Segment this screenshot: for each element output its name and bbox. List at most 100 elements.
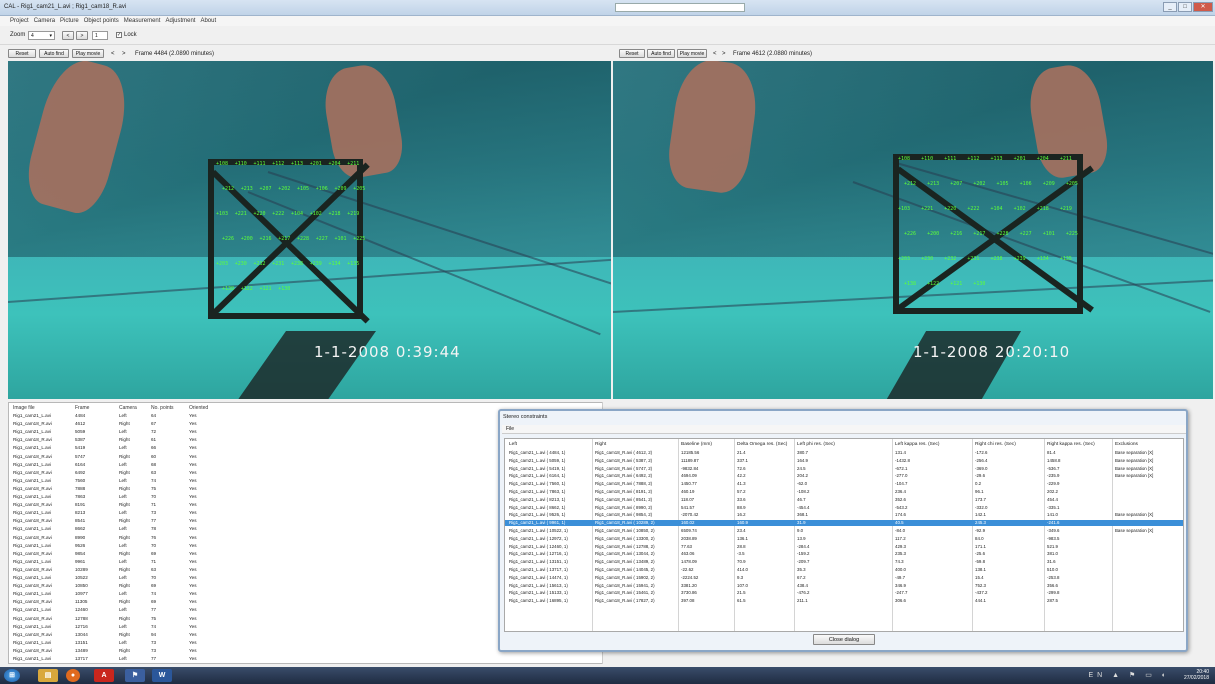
- target-point-label[interactable]: +207: [260, 186, 272, 192]
- target-point-label[interactable]: +217: [973, 231, 985, 237]
- target-point-label[interactable]: +103: [898, 206, 910, 212]
- target-point-label[interactable]: +219: [1060, 206, 1072, 212]
- table-row[interactable]: Rig1_cam21_L.avi ( 5059, 1) Rig1_cam18_R.…: [505, 458, 1183, 464]
- table-row[interactable]: Rig1_cam21_L.avi ( 10522, 1) Rig1_cam18_R…: [505, 528, 1183, 534]
- start-orb-icon[interactable]: ⊞: [4, 669, 20, 682]
- close-dialog-button[interactable]: Close dialog: [813, 634, 875, 645]
- target-point-label[interactable]: +111: [944, 156, 956, 162]
- clock[interactable]: 20:40 27/02/2018: [1184, 669, 1209, 681]
- column-header[interactable]: Left kappa res. (Sec): [895, 442, 940, 447]
- target-point-label[interactable]: +203: [216, 261, 228, 267]
- target-point-label[interactable]: +104: [991, 206, 1003, 212]
- target-point-label[interactable]: +228: [997, 231, 1009, 237]
- menu-camera[interactable]: Camera: [34, 16, 55, 26]
- column-header[interactable]: Delta Omega res. (Sec): [737, 442, 787, 447]
- target-point-label[interactable]: +134: [1037, 256, 1049, 262]
- target-point-label[interactable]: +216: [260, 236, 272, 242]
- acrobat-icon[interactable]: A: [94, 669, 114, 682]
- target-point-label[interactable]: +205: [1066, 181, 1078, 187]
- table-row[interactable]: Rig1_cam21_L.avi ( 12460, 1) Rig1_cam18_R…: [505, 544, 1183, 550]
- target-point-label[interactable]: +106: [1020, 181, 1032, 187]
- target-point-label[interactable]: +203: [898, 256, 910, 262]
- table-row[interactable]: Rig1_cam21_L.avi ( 14474, 1) Rig1_cam18_R…: [505, 575, 1183, 581]
- header-frame[interactable]: Frame: [75, 405, 89, 411]
- target-point-label[interactable]: +130: [973, 281, 985, 287]
- target-point-label[interactable]: +205: [353, 186, 365, 192]
- maximize-button[interactable]: □: [1178, 2, 1192, 12]
- target-point-label[interactable]: +201: [310, 161, 322, 167]
- table-row[interactable]: Rig1_cam21_L.avi ( 16895, 1) Rig1_cam18_R…: [505, 598, 1183, 604]
- table-row[interactable]: Rig1_cam21_L.avi ( 7863, 1) Rig1_cam18_R.…: [505, 489, 1183, 495]
- target-point-label[interactable]: +108: [216, 161, 228, 167]
- table-row[interactable]: Rig1_cam21_L.avi ( 13151, 1) Rig1_cam18_R…: [505, 559, 1183, 565]
- system-tray-icons[interactable]: EN ▲ ⚑ ▭ ◐: [1088, 671, 1170, 679]
- target-point-label[interactable]: +231: [272, 261, 284, 267]
- left-camera-view[interactable]: 1-1-2008 0:39:44 +108 +110 +111 +112 +113 +20…: [8, 61, 611, 399]
- header-oriented[interactable]: Oriented: [189, 405, 208, 411]
- stepper-minus-button[interactable]: <: [62, 31, 74, 40]
- menu-about[interactable]: About: [200, 16, 216, 26]
- menu-object-points[interactable]: Object points: [84, 16, 119, 26]
- target-point-label[interactable]: +238: [991, 256, 1003, 262]
- target-point-label[interactable]: +222: [272, 211, 284, 217]
- right-prev-frame-button[interactable]: <: [713, 51, 717, 57]
- target-point-label[interactable]: +200: [241, 236, 253, 242]
- column-header[interactable]: Right kappa res. (Sec): [1047, 442, 1095, 447]
- target-point-label[interactable]: +211: [347, 161, 359, 167]
- target-point-label[interactable]: +225: [353, 236, 365, 242]
- table-row-selected[interactable]: Rig1_cam21_L.avi ( 9961, 1) Rig1_cam18_R.…: [505, 520, 1183, 527]
- target-point-label[interactable]: +226: [222, 236, 234, 242]
- zoom-select[interactable]: 4 ▾: [28, 31, 55, 40]
- target-point-label[interactable]: +202: [278, 186, 290, 192]
- column-header[interactable]: Exclusions: [1115, 442, 1138, 447]
- close-window-button[interactable]: ✕: [1193, 2, 1213, 12]
- table-row[interactable]: Rig1_cam21_L.avi 13717 Left 77 Yes: [9, 656, 609, 662]
- target-point-label[interactable]: +121: [950, 281, 962, 287]
- target-point-label[interactable]: +204: [329, 161, 341, 167]
- target-point-label[interactable]: +228: [297, 236, 309, 242]
- left-reset-button[interactable]: Reset: [8, 49, 36, 58]
- target-point-label[interactable]: +200: [927, 231, 939, 237]
- target-point-label[interactable]: +113: [991, 156, 1003, 162]
- right-play-movie-button[interactable]: Play movie: [677, 49, 707, 58]
- target-point-label[interactable]: +201: [1014, 156, 1026, 162]
- target-point-label[interactable]: +121: [260, 286, 272, 292]
- target-point-label[interactable]: +232: [944, 256, 956, 262]
- table-row[interactable]: Rig1_cam21_L.avi ( 15133, 1) Rig1_cam18_R…: [505, 590, 1183, 596]
- target-point-label[interactable]: +105: [297, 186, 309, 192]
- target-point-label[interactable]: +122: [241, 286, 253, 292]
- target-point-label[interactable]: +239: [1014, 256, 1026, 262]
- target-point-label[interactable]: +111: [254, 161, 266, 167]
- table-row[interactable]: Rig1_cam21_L.avi ( 12972, 1) Rig1_cam18_R…: [505, 536, 1183, 542]
- target-point-label[interactable]: +218: [1037, 206, 1049, 212]
- target-point-label[interactable]: +221: [921, 206, 933, 212]
- table-row[interactable]: Rig1_cam21_L.avi ( 15613, 1) Rig1_cam18_R…: [505, 583, 1183, 589]
- target-point-label[interactable]: +221: [235, 211, 247, 217]
- target-point-label[interactable]: +134: [329, 261, 341, 267]
- target-point-label[interactable]: +226: [904, 231, 916, 237]
- target-point-label[interactable]: +230: [921, 256, 933, 262]
- menu-picture[interactable]: Picture: [60, 16, 79, 26]
- target-point-label[interactable]: +230: [235, 261, 247, 267]
- target-point-label[interactable]: +227: [316, 236, 328, 242]
- target-point-label[interactable]: +122: [927, 281, 939, 287]
- target-point-label[interactable]: +138: [904, 281, 916, 287]
- target-point-label[interactable]: +135: [1060, 256, 1072, 262]
- target-point-label[interactable]: +219: [347, 211, 359, 217]
- target-point-label[interactable]: +202: [973, 181, 985, 187]
- search-box[interactable]: [615, 3, 745, 12]
- column-header[interactable]: Baseline (mm): [681, 442, 712, 447]
- explorer-icon[interactable]: ▤: [38, 669, 58, 682]
- target-point-label[interactable]: +102: [1014, 206, 1026, 212]
- target-point-label[interactable]: +112: [272, 161, 284, 167]
- table-row[interactable]: Rig1_cam21_L.avi ( 4484, 1) Rig1_cam18_R.…: [505, 450, 1183, 456]
- column-header[interactable]: Left phi res. (Sec): [797, 442, 835, 447]
- table-row[interactable]: Rig1_cam21_L.avi ( 7560, 1) Rig1_cam18_R.…: [505, 481, 1183, 487]
- column-header[interactable]: Left: [509, 442, 517, 447]
- target-point-label[interactable]: +227: [1020, 231, 1032, 237]
- target-point-label[interactable]: +220: [944, 206, 956, 212]
- target-point-label[interactable]: +108: [898, 156, 910, 162]
- left-next-frame-button[interactable]: >: [122, 51, 126, 57]
- target-point-label[interactable]: +105: [997, 181, 1009, 187]
- target-point-label[interactable]: +112: [967, 156, 979, 162]
